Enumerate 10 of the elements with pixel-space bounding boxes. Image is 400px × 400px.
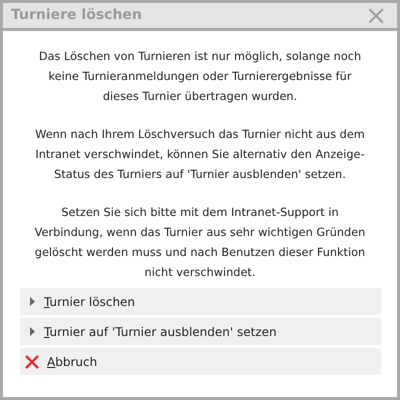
window-title: Turniere löschen [11, 6, 142, 25]
info-paragraph: Wenn nach Ihrem Löschversuch das Turnier nicht aus dem Intranet verschwindet, können Sie alternativ den Anzeige-Status des Turniers auf 'Turnier ausblenden' setzen. [34, 127, 366, 183]
info-paragraph: Setzen Sie sich bitte mit dem Intranet-Support in Verbindung, wenn das Turnier aus sehr wichtigen Gründen gelöscht werden muss und nach Benutzen dieser Funktion nicht verschwindet. [34, 205, 366, 281]
info-paragraph: Das Löschen von Turnieren ist nur möglich, solange noch keine Turnieranmeldungen oder Turnierergebnisse für dieses Turnier übertragen wurden. [38, 49, 362, 105]
triangle-icon [28, 327, 37, 336]
close-icon [24, 354, 40, 370]
action-button[interactable]: Turnier auf 'Turnier ausblenden' setzen [20, 318, 381, 345]
cancel-button[interactable]: Abbruch [20, 348, 381, 375]
triangle-icon [28, 297, 37, 306]
action-button[interactable]: Turnier löschen [20, 288, 381, 315]
